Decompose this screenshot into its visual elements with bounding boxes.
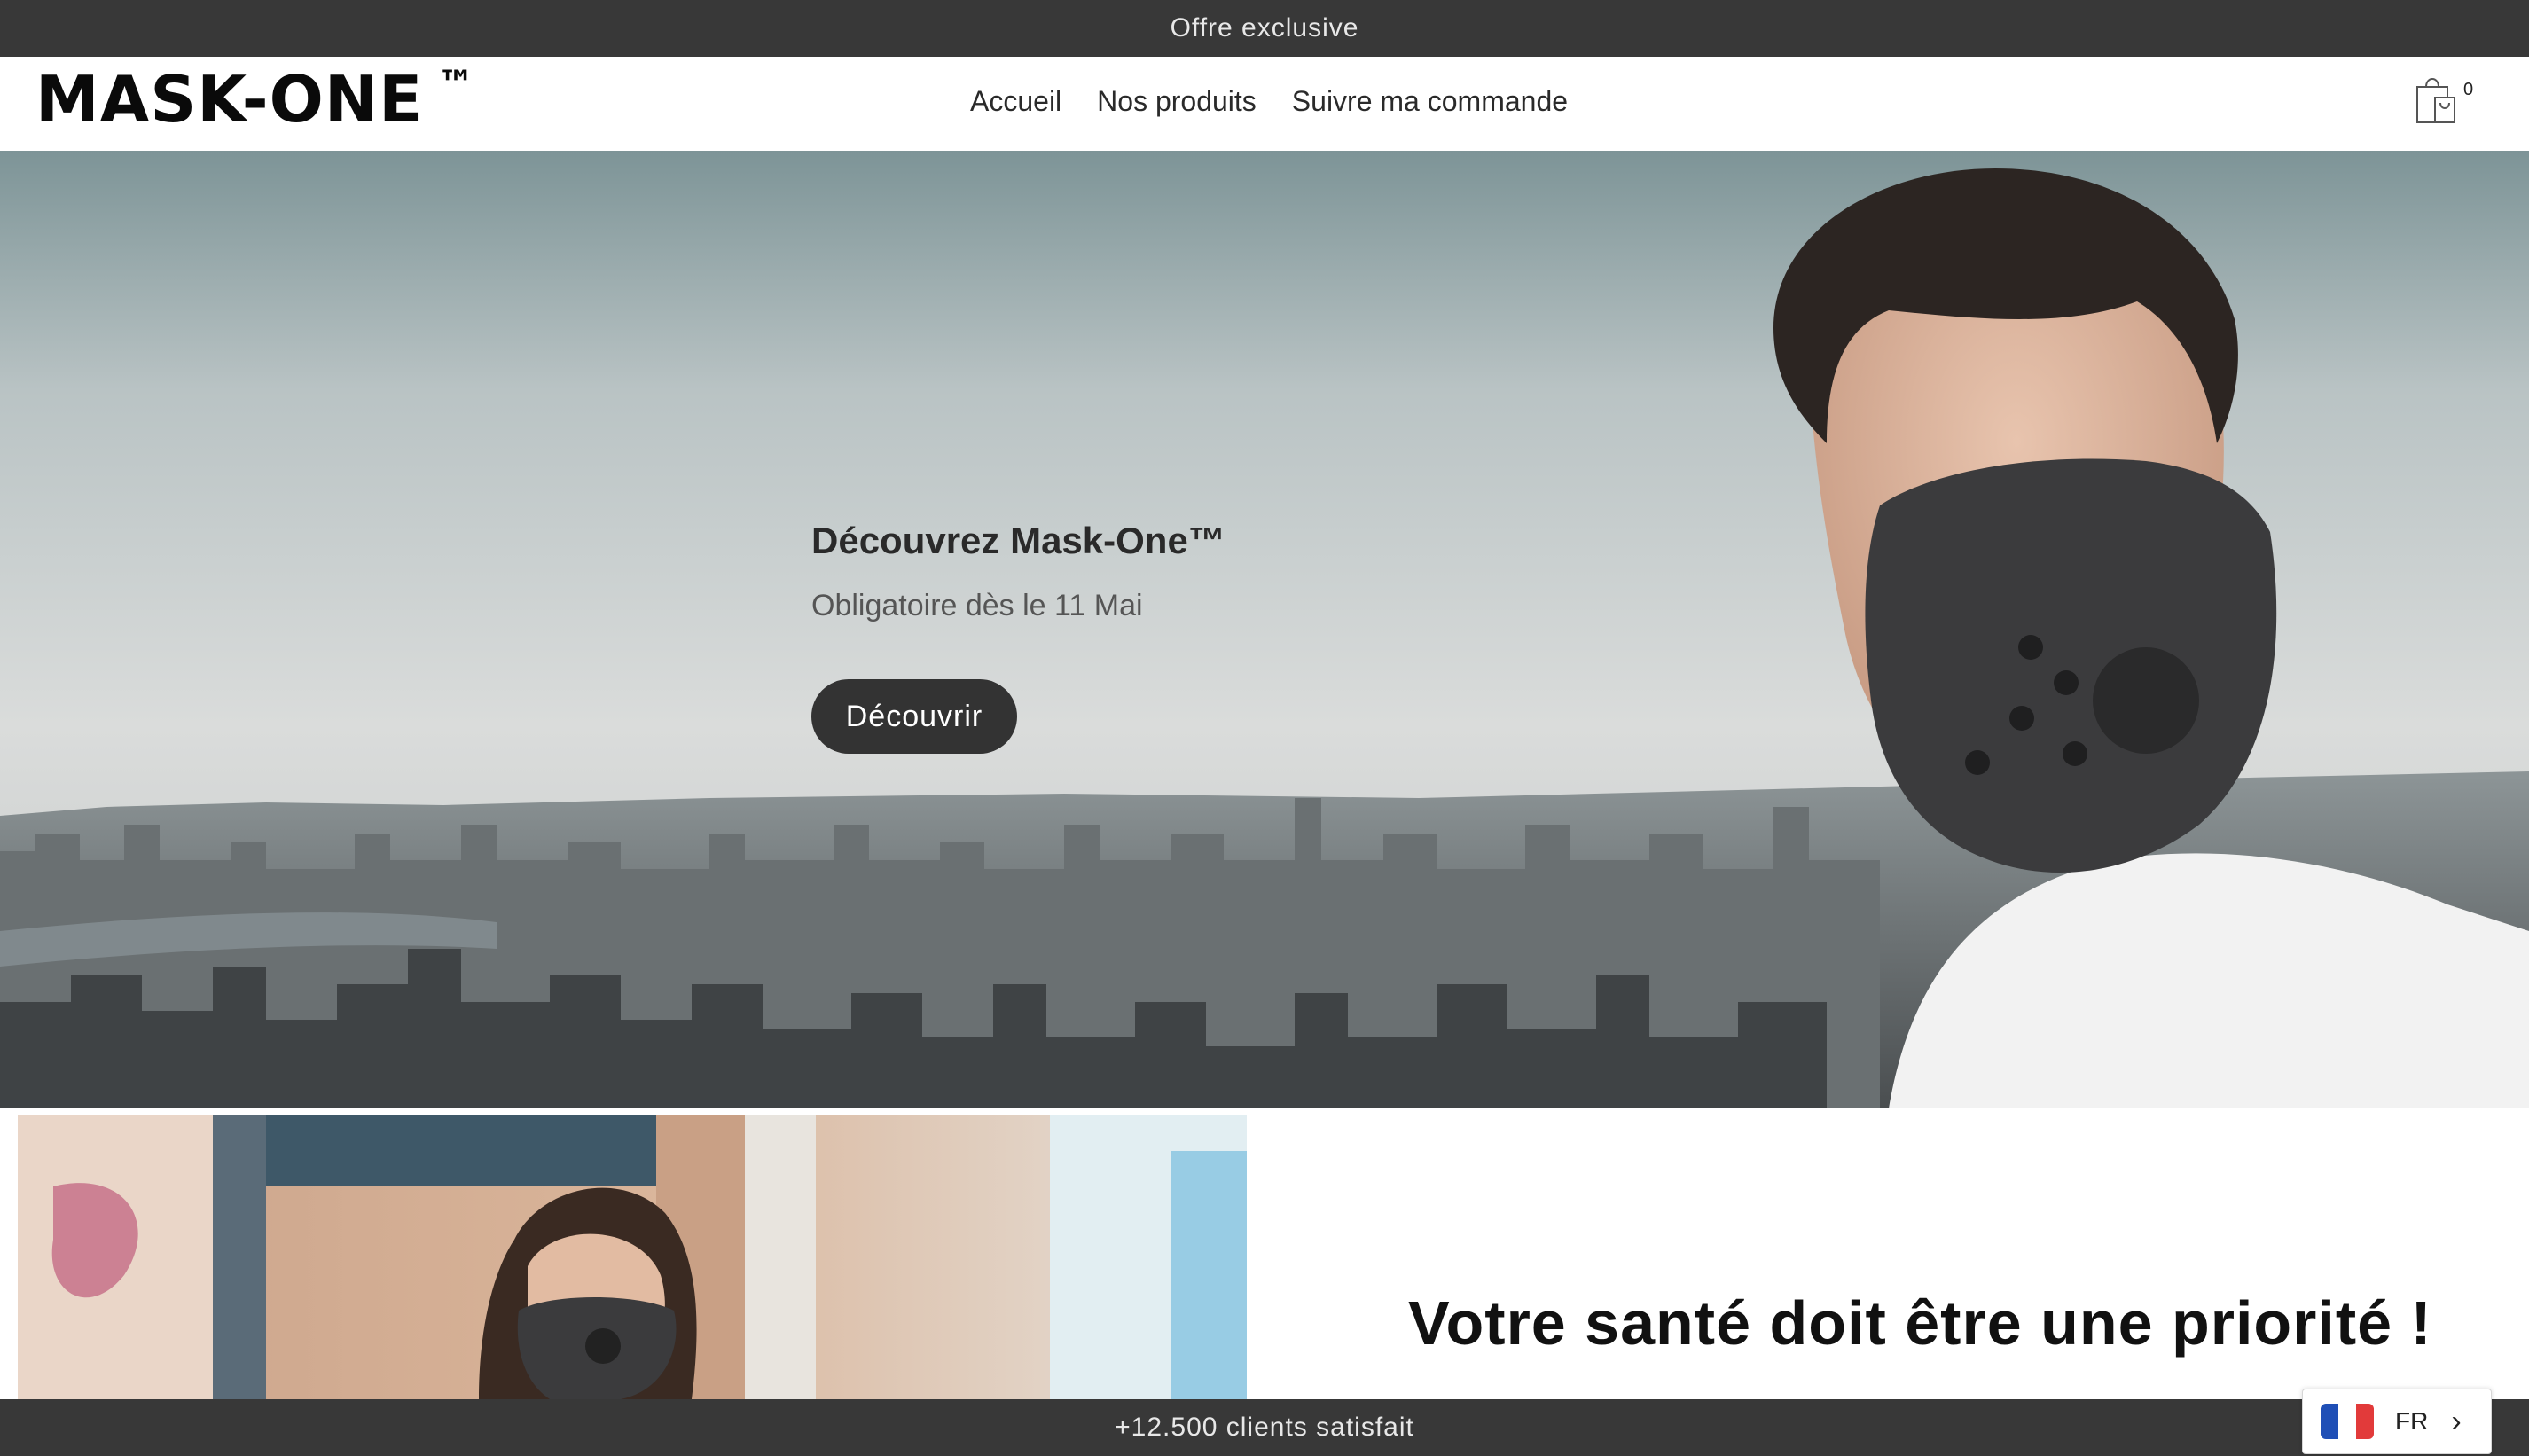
language-selector[interactable]: FR › bbox=[2302, 1389, 2492, 1454]
logo-trademark: ™ bbox=[437, 62, 476, 106]
hero-subtitle: Obligatoire dès le 11 Mai bbox=[811, 589, 1143, 622]
hero-title: Découvrez Mask-One™ bbox=[811, 520, 1225, 561]
priority-heading: Votre santé doit être une priorité ! bbox=[1408, 1288, 2432, 1358]
nav-link-accueil[interactable]: Accueil bbox=[970, 85, 1061, 118]
woman-mask-photo bbox=[18, 1115, 1247, 1399]
customers-count-text: +12.500 clients satisfait bbox=[1115, 1413, 1414, 1442]
cart-count: 0 bbox=[2463, 80, 2474, 99]
logo-text: MASK-ONE bbox=[35, 62, 424, 137]
site-header: MASK-ONE ™ Accueil Nos produits Suivre ma… bbox=[0, 57, 2529, 152]
woman-mask-image bbox=[18, 1115, 1247, 1399]
bottom-bar: +12.500 clients satisfait bbox=[0, 1399, 2529, 1456]
france-flag-icon bbox=[2321, 1404, 2374, 1439]
nav-link-produits[interactable]: Nos produits bbox=[1097, 85, 1257, 118]
shopping-bag-icon bbox=[2416, 78, 2455, 123]
hero-background-image bbox=[0, 151, 2529, 1108]
hero-text: Découvrez Mask-One™ Obligatoire dès le 1… bbox=[811, 520, 1225, 623]
language-code: FR bbox=[2395, 1407, 2429, 1435]
main-nav: Accueil Nos produits Suivre ma commande bbox=[970, 85, 1568, 118]
nav-link-suivre-commande[interactable]: Suivre ma commande bbox=[1292, 85, 1568, 118]
chevron-right-icon: › bbox=[2451, 1404, 2462, 1438]
hero-banner: Découvrez Mask-One™ Obligatoire dès le 1… bbox=[0, 151, 2529, 1108]
discover-button[interactable]: Découvrir bbox=[811, 679, 1017, 754]
site-logo[interactable]: MASK-ONE ™ bbox=[35, 62, 475, 137]
announcement-text: Offre exclusive bbox=[1170, 13, 1359, 43]
announcement-bar: Offre exclusive bbox=[0, 0, 2529, 57]
cart-button[interactable]: 0 bbox=[2408, 74, 2479, 131]
